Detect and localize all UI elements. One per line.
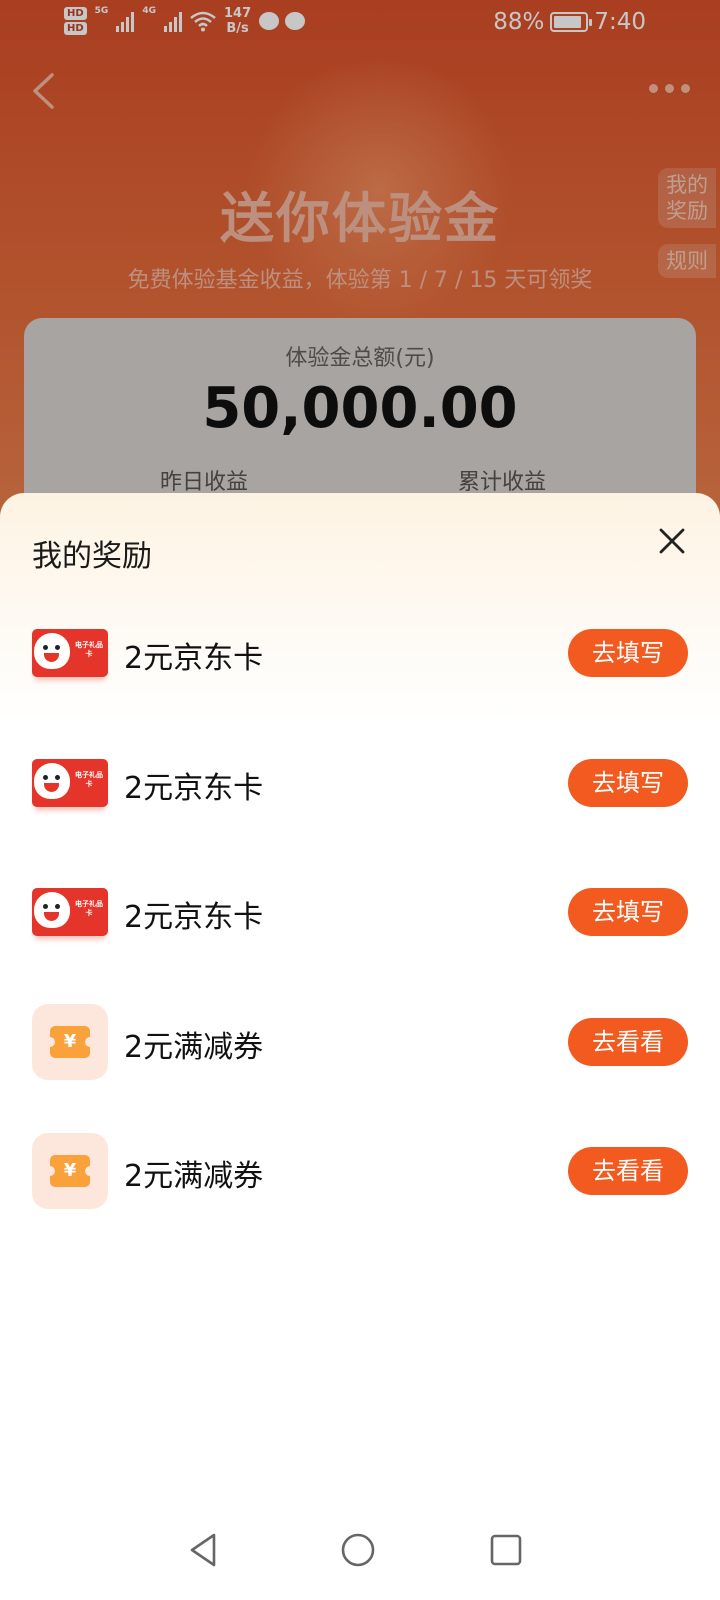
jd-gift-card-icon: 电子礼品卡 (32, 615, 108, 691)
jd-gift-card-icon: 电子礼品卡 (32, 874, 108, 950)
nav-back-icon[interactable] (184, 1530, 224, 1570)
card-text: 电子礼品卡 (75, 771, 103, 788)
close-icon[interactable] (654, 523, 690, 559)
coupon-icon: ¥ (32, 1004, 108, 1080)
sheet-title: 我的奖励 (32, 539, 152, 574)
rewards-sheet: 我的奖励 电子礼品卡 2元京东卡 去填写 电子礼品卡 2元京东卡 去填写 电子礼… (0, 493, 720, 1600)
fill-in-button[interactable]: 去填写 (568, 629, 688, 677)
reward-item: 电子礼品卡 2元京东卡 去填写 (0, 603, 720, 703)
reward-item: 电子礼品卡 2元京东卡 去填写 (0, 733, 720, 833)
reward-item: ¥ 2元满减券 去看看 (0, 1121, 720, 1221)
fill-in-button[interactable]: 去填写 (568, 888, 688, 936)
coupon-symbol: ¥ (45, 1026, 95, 1058)
reward-item: ¥ 2元满减券 去看看 (0, 992, 720, 1092)
jd-gift-card-icon: 电子礼品卡 (32, 745, 108, 821)
view-button[interactable]: 去看看 (568, 1147, 688, 1195)
card-text: 电子礼品卡 (75, 900, 103, 917)
coupon-symbol: ¥ (45, 1155, 95, 1187)
reward-name: 2元满减券 (124, 1159, 264, 1194)
system-nav-bar (0, 1500, 720, 1600)
nav-recents-icon[interactable] (486, 1530, 526, 1570)
nav-home-icon[interactable] (338, 1530, 378, 1570)
view-button[interactable]: 去看看 (568, 1018, 688, 1066)
fill-in-button[interactable]: 去填写 (568, 759, 688, 807)
coupon-icon: ¥ (32, 1133, 108, 1209)
reward-name: 2元满减券 (124, 1030, 264, 1065)
reward-name: 2元京东卡 (124, 900, 264, 935)
card-text: 电子礼品卡 (75, 641, 103, 658)
reward-name: 2元京东卡 (124, 771, 264, 806)
reward-name: 2元京东卡 (124, 641, 264, 676)
reward-item: 电子礼品卡 2元京东卡 去填写 (0, 862, 720, 962)
